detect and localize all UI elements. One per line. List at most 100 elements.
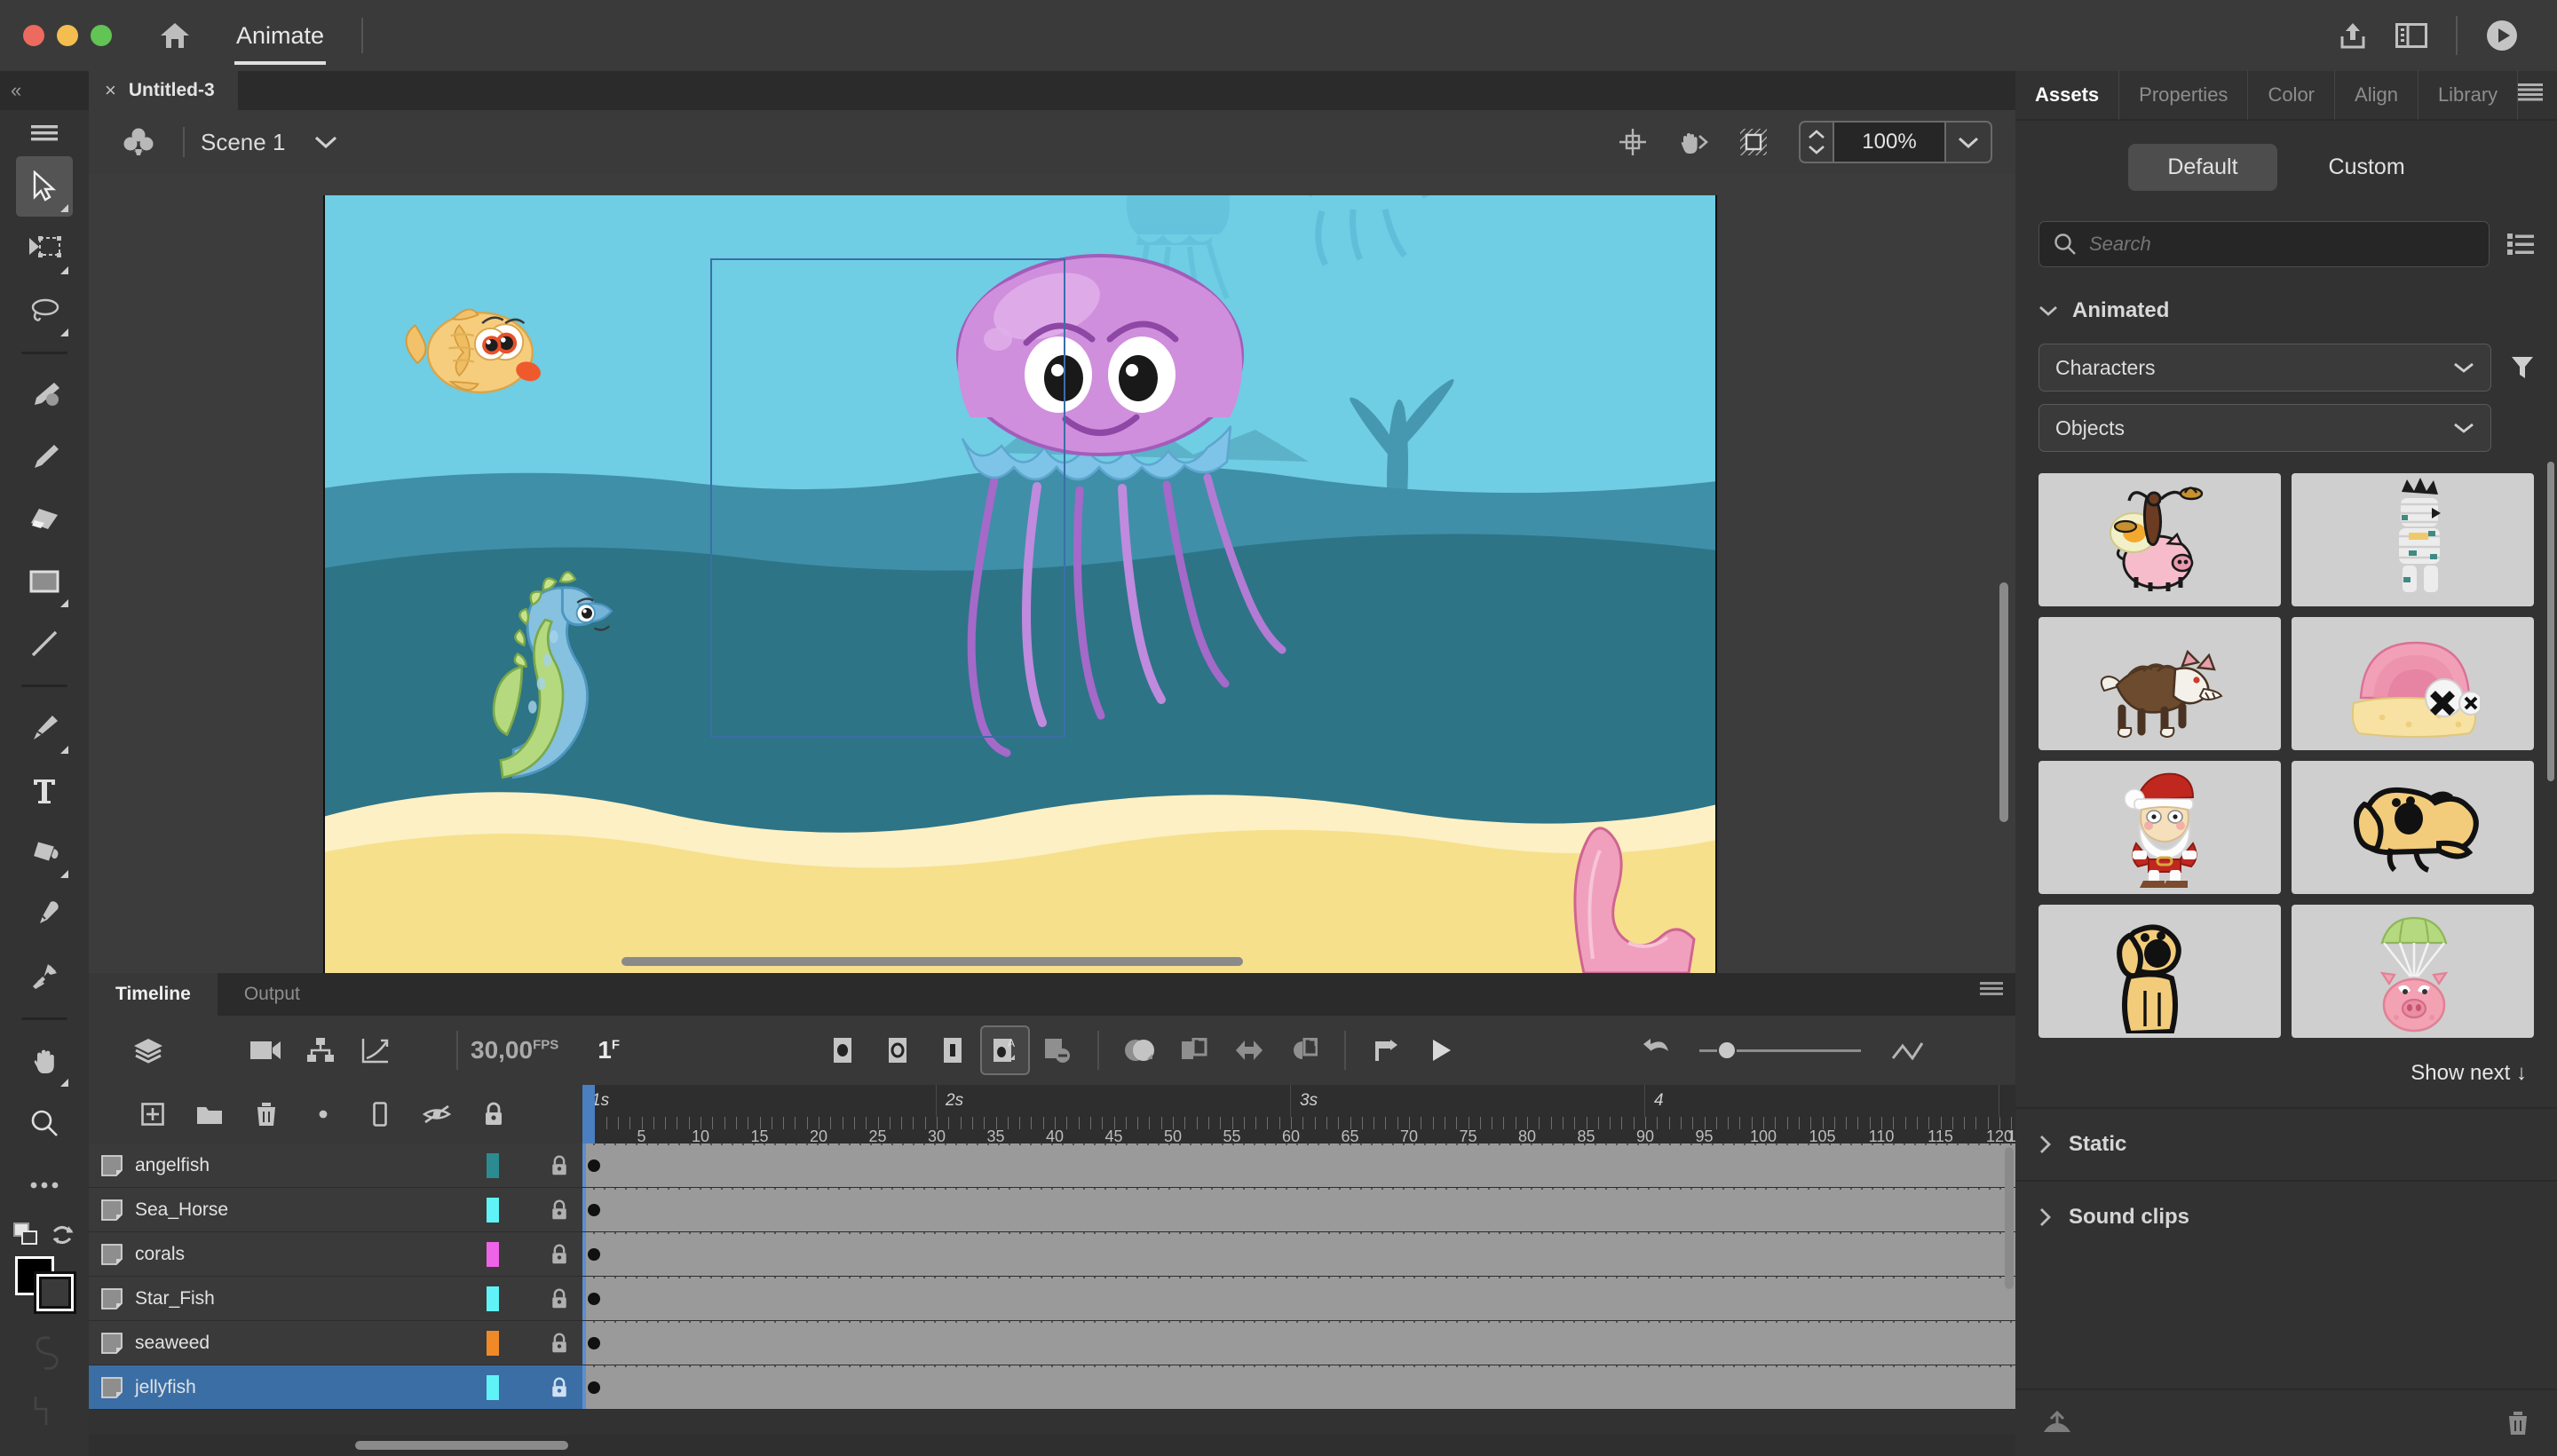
zoom-value-field[interactable]: 100% xyxy=(1833,123,1946,162)
tab-color[interactable]: Color xyxy=(2248,70,2336,120)
stage-canvas[interactable] xyxy=(323,195,1717,973)
layer-lock-icon[interactable] xyxy=(536,1333,582,1354)
text-tool[interactable] xyxy=(16,760,73,820)
chevron-right-icon[interactable] xyxy=(2038,1135,2053,1154)
canvas-horizontal-scrollbar[interactable] xyxy=(621,957,1243,966)
pen-submenu-icon[interactable] xyxy=(60,746,68,754)
free-transform-submenu-icon[interactable] xyxy=(60,266,68,274)
tab-assets[interactable]: Assets xyxy=(2015,70,2120,120)
create-classic-tween-icon[interactable]: A xyxy=(980,1025,1031,1075)
tab-timeline[interactable]: Timeline xyxy=(89,973,218,1016)
tab-output[interactable]: Output xyxy=(218,973,327,1016)
minimize-window-button[interactable] xyxy=(57,25,78,46)
show-outlines-dot-icon[interactable] xyxy=(295,1086,352,1143)
eraser-tool[interactable] xyxy=(16,489,73,550)
keyframe-marker[interactable] xyxy=(588,1248,600,1261)
chevron-down-icon[interactable] xyxy=(2453,422,2474,434)
show-next-button[interactable]: Show next ↓ xyxy=(2015,1038,2557,1107)
zoom-chevron-down-icon[interactable] xyxy=(1946,135,1991,149)
layer-name[interactable]: angelfish xyxy=(135,1155,487,1176)
bone-tool[interactable] xyxy=(16,946,73,1007)
canvas-vertical-scrollbar[interactable] xyxy=(1999,582,2008,822)
table-row[interactable]: seaweed xyxy=(89,1321,582,1365)
track-row[interactable] xyxy=(582,1143,2015,1188)
corner-radius-icon[interactable] xyxy=(30,1393,59,1428)
pen-tool[interactable] xyxy=(16,698,73,758)
more-tools-button[interactable] xyxy=(16,1155,73,1215)
insert-keyframe-icon[interactable] xyxy=(815,1023,870,1078)
lasso-submenu-icon[interactable] xyxy=(60,328,68,336)
keyframe-marker[interactable] xyxy=(588,1159,600,1172)
table-row[interactable]: corals xyxy=(89,1232,582,1277)
insert-blank-keyframe-icon[interactable] xyxy=(870,1023,925,1078)
layer-lock-icon[interactable] xyxy=(536,1244,582,1265)
asset-thumb-wolf[interactable] xyxy=(2038,617,2281,750)
scene-symbol-icon[interactable] xyxy=(110,110,167,174)
tab-properties[interactable]: Properties xyxy=(2119,70,2249,120)
zoom-tool[interactable] xyxy=(16,1093,73,1153)
paint-brush-tool[interactable] xyxy=(16,365,73,425)
reset-colors-icon[interactable] xyxy=(51,1223,75,1247)
chevron-down-icon[interactable] xyxy=(2038,305,2058,317)
chevron-down-icon[interactable] xyxy=(2453,361,2474,374)
easing-icon[interactable] xyxy=(1880,1023,1936,1078)
layer-lock-icon[interactable] xyxy=(536,1377,582,1398)
segment-default[interactable]: Default xyxy=(2128,144,2277,191)
keyframe-marker[interactable] xyxy=(588,1204,600,1216)
frame-size-slider[interactable] xyxy=(1699,1042,1862,1058)
lasso-tool[interactable] xyxy=(16,281,73,341)
hide-layers-icon[interactable] xyxy=(408,1086,465,1143)
close-window-button[interactable] xyxy=(23,25,44,46)
track-row[interactable] xyxy=(582,1321,2015,1365)
workspace-layout-icon[interactable] xyxy=(2387,11,2436,60)
home-icon[interactable] xyxy=(151,12,199,59)
scene-name-label[interactable]: Scene 1 xyxy=(201,129,285,156)
selection-tool[interactable] xyxy=(16,156,73,217)
rectangle-tool[interactable] xyxy=(16,551,73,612)
camera-icon[interactable] xyxy=(238,1023,293,1078)
add-asset-icon[interactable] xyxy=(2042,1411,2072,1436)
asset-thumb-pink-blob[interactable] xyxy=(2292,617,2534,750)
keyframe-marker[interactable] xyxy=(588,1337,600,1349)
eyedropper-tool[interactable] xyxy=(16,884,73,945)
no-stroke-icon[interactable] xyxy=(28,1333,60,1372)
onion-skin-icon[interactable] xyxy=(1112,1023,1167,1078)
app-tab-animate[interactable]: Animate xyxy=(213,0,347,71)
chevron-right-icon[interactable] xyxy=(2038,1207,2053,1227)
canvas-viewport[interactable] xyxy=(89,174,2015,973)
rotate-stage-icon[interactable] xyxy=(1666,115,1721,170)
zoom-stepper[interactable] xyxy=(1801,130,1833,154)
play-icon[interactable] xyxy=(1413,1023,1468,1078)
layer-lock-icon[interactable] xyxy=(536,1199,582,1221)
table-row[interactable]: angelfish xyxy=(89,1143,582,1188)
hand-submenu-icon[interactable] xyxy=(60,1079,68,1087)
document-tab-untitled-3[interactable]: × Untitled-3 xyxy=(89,71,238,110)
track-row[interactable] xyxy=(582,1277,2015,1321)
dropdown-characters[interactable]: Characters xyxy=(2038,344,2491,392)
selection-tool-submenu-icon[interactable] xyxy=(60,204,68,212)
line-tool[interactable] xyxy=(16,613,73,674)
rectangle-submenu-icon[interactable] xyxy=(60,599,68,607)
search-input-wrapper[interactable] xyxy=(2038,221,2490,267)
clip-content-icon[interactable] xyxy=(1726,115,1781,170)
assets-vertical-scrollbar[interactable] xyxy=(2547,462,2554,781)
scene-chevron-down-icon[interactable] xyxy=(313,134,338,150)
free-transform-tool[interactable] xyxy=(16,218,73,279)
delete-asset-icon[interactable] xyxy=(2506,1410,2530,1436)
section-static[interactable]: Static xyxy=(2015,1107,2557,1180)
layer-name[interactable]: corals xyxy=(135,1244,487,1265)
keyframe-marker[interactable] xyxy=(588,1293,600,1305)
search-input[interactable] xyxy=(2089,233,2474,256)
track-row[interactable] xyxy=(582,1232,2015,1277)
add-folder-icon[interactable] xyxy=(181,1086,238,1143)
asset-thumb-dog-running[interactable] xyxy=(2292,761,2534,894)
table-row[interactable]: jellyfish xyxy=(89,1365,582,1410)
graph-editor-icon[interactable] xyxy=(348,1023,403,1078)
playhead-marker[interactable] xyxy=(582,1085,595,1152)
loop-playback-icon[interactable] xyxy=(1358,1023,1413,1078)
frame-picker-icon[interactable] xyxy=(1277,1023,1332,1078)
layer-lock-icon[interactable] xyxy=(536,1288,582,1310)
tab-library[interactable]: Library xyxy=(2418,70,2519,120)
layer-name[interactable]: seaweed xyxy=(135,1333,487,1354)
section-sound-clips[interactable]: Sound clips xyxy=(2015,1180,2557,1253)
